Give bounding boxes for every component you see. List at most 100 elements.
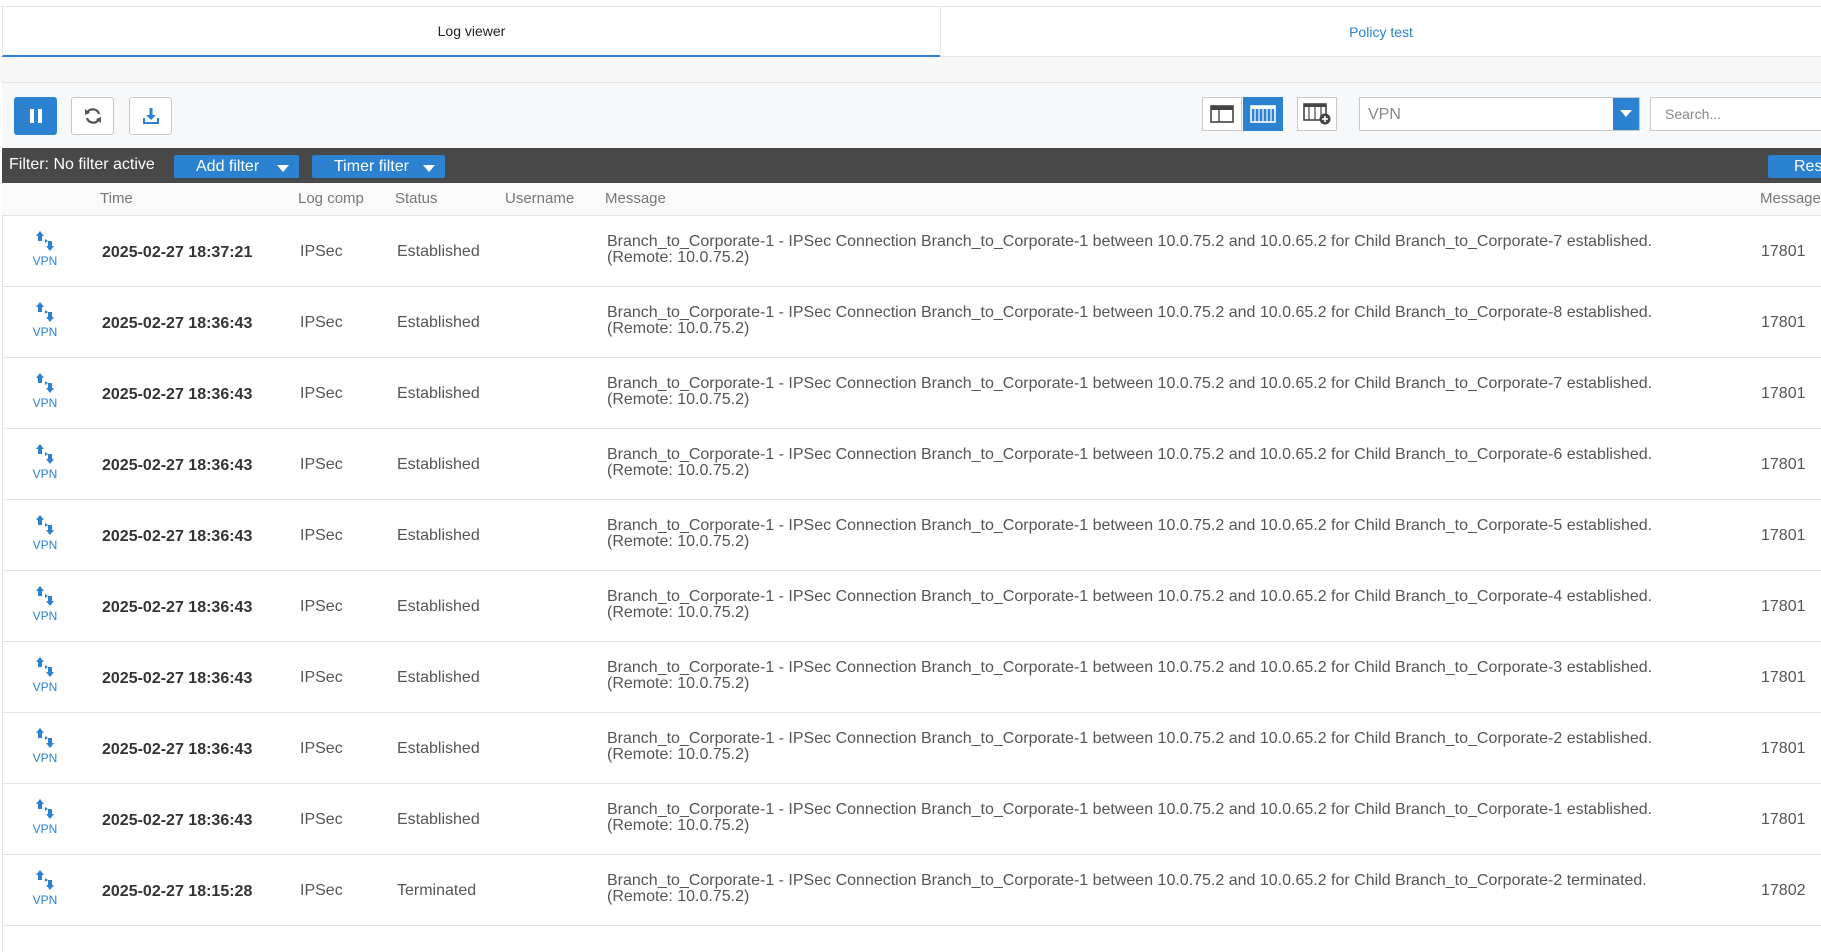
grid-view-button[interactable] <box>1243 97 1283 131</box>
vpn-icon: VPN <box>25 443 65 481</box>
grid-view-icon <box>1250 105 1276 123</box>
column-header-message[interactable]: Message <box>605 190 666 207</box>
download-icon <box>142 108 159 124</box>
log-time: 2025-02-27 18:36:43 <box>102 812 253 829</box>
log-message-line: Branch_to_Corporate-1 - IPSec Connection… <box>607 375 1653 392</box>
add-column-icon <box>1303 103 1331 125</box>
log-type-label: VPN <box>32 680 58 694</box>
log-message-line: Branch_to_Corporate-1 - IPSec Connection… <box>607 872 1647 889</box>
log-message-remote: (Remote: 10.0.75.2) <box>607 817 750 834</box>
spacer <box>0 57 1821 82</box>
table-row[interactable]: VPN 2025-02-27 18:36:43 IPSec Established Br… <box>3 784 1821 855</box>
log-table-body: VPN 2025-02-27 18:37:21 IPSec Established Br… <box>2 216 1821 952</box>
log-message-id: 17802 <box>1761 882 1806 899</box>
log-message-id: 17801 <box>1761 385 1806 402</box>
table-row[interactable]: VPN 2025-02-27 18:36:43 IPSec Established Br… <box>3 429 1821 500</box>
log-message: Branch_to_Corporate-1 - IPSec Connection… <box>607 376 1652 408</box>
log-time: 2025-02-27 18:36:43 <box>102 315 253 332</box>
log-time: 2025-02-27 18:37:21 <box>102 244 253 261</box>
table-row[interactable]: VPN 2025-02-27 18:36:43 IPSec Established Br… <box>3 358 1821 429</box>
vpn-icon: VPN <box>25 230 65 268</box>
vpn-icon: VPN <box>25 514 65 552</box>
log-status: Established <box>397 243 480 260</box>
column-header-log-comp[interactable]: Log comp <box>298 190 364 207</box>
log-message-id: 17801 <box>1761 669 1806 686</box>
log-message-remote: (Remote: 10.0.75.2) <box>607 533 750 550</box>
vpn-icon: VPN <box>25 727 65 765</box>
log-message-line: Branch_to_Corporate-1 - IPSec Connection… <box>607 588 1653 605</box>
chevron-down-icon[interactable] <box>1613 98 1639 130</box>
log-message: Branch_to_Corporate-1 - IPSec Connection… <box>607 731 1652 763</box>
log-status: Established <box>397 456 480 473</box>
add-filter-label: Add filter <box>196 157 260 175</box>
column-header-time[interactable]: Time <box>100 190 133 207</box>
vpn-icon: VPN <box>25 585 65 623</box>
log-message-id: 17801 <box>1761 740 1806 757</box>
log-component: IPSec <box>300 243 343 260</box>
log-message-remote: (Remote: 10.0.75.2) <box>607 462 750 479</box>
log-component: IPSec <box>300 385 343 402</box>
column-settings-button[interactable] <box>1297 97 1337 131</box>
pause-icon <box>29 109 42 123</box>
log-component: IPSec <box>300 740 343 757</box>
detail-view-icon <box>1210 105 1234 123</box>
tab-log-viewer[interactable]: Log viewer <box>2 6 940 57</box>
column-header-status[interactable]: Status <box>395 190 438 207</box>
log-message-line: Branch_to_Corporate-1 - IPSec Connection… <box>607 446 1653 463</box>
column-header-message-id[interactable]: Message <box>1760 190 1821 207</box>
table-row[interactable]: VPN 2025-02-27 18:37:21 IPSec Established Br… <box>3 216 1821 287</box>
pause-button[interactable] <box>14 97 57 135</box>
reset-filter-button[interactable]: Res <box>1768 155 1821 178</box>
log-message-id: 17801 <box>1761 314 1806 331</box>
table-row[interactable]: VPN 2025-02-27 18:36:43 IPSec Established Br… <box>3 500 1821 571</box>
table-row[interactable]: VPN 2025-02-27 18:36:43 IPSec Established Br… <box>3 642 1821 713</box>
log-message-remote: (Remote: 10.0.75.2) <box>607 746 750 763</box>
log-type-label: VPN <box>32 396 58 410</box>
log-status: Terminated <box>397 882 477 899</box>
export-button[interactable] <box>129 97 172 135</box>
table-row[interactable]: VPN 2025-02-27 18:36:43 IPSec Established Br… <box>3 713 1821 784</box>
log-time: 2025-02-27 18:36:43 <box>102 528 253 545</box>
log-component: IPSec <box>300 811 343 828</box>
log-time: 2025-02-27 18:36:43 <box>102 386 253 403</box>
log-message-id: 17801 <box>1761 456 1806 473</box>
column-header-username[interactable]: Username <box>505 190 574 207</box>
timer-filter-button[interactable]: Timer filter <box>312 155 445 178</box>
log-message-remote: (Remote: 10.0.75.2) <box>607 604 750 621</box>
vpn-icon: VPN <box>25 656 65 694</box>
log-type-label: VPN <box>32 609 58 623</box>
log-message-remote: (Remote: 10.0.75.2) <box>607 249 750 266</box>
log-message: Branch_to_Corporate-1 - IPSec Connection… <box>607 234 1652 266</box>
log-message-remote: (Remote: 10.0.75.2) <box>607 888 750 905</box>
log-component: IPSec <box>300 314 343 331</box>
log-component: IPSec <box>300 598 343 615</box>
log-component: IPSec <box>300 527 343 544</box>
tab-policy-test[interactable]: Policy test <box>940 6 1821 57</box>
detailed-view-button[interactable] <box>1202 97 1242 131</box>
log-status: Established <box>397 669 480 686</box>
module-select-value: VPN <box>1368 106 1401 123</box>
log-message: Branch_to_Corporate-1 - IPSec Connection… <box>607 802 1652 834</box>
log-message-id: 17801 <box>1761 527 1806 544</box>
table-row[interactable]: VPN 2025-02-27 18:36:43 IPSec Established Br… <box>3 287 1821 358</box>
log-message-line: Branch_to_Corporate-1 - IPSec Connection… <box>607 304 1653 321</box>
log-message: Branch_to_Corporate-1 - IPSec Connection… <box>607 447 1652 479</box>
table-row[interactable]: VPN 2025-02-27 18:15:28 IPSec Terminated Bra… <box>3 855 1821 926</box>
log-component: IPSec <box>300 882 343 899</box>
caret-down-icon <box>277 165 289 172</box>
log-type-label: VPN <box>32 538 58 552</box>
vpn-icon: VPN <box>25 869 65 907</box>
module-select[interactable]: VPN <box>1359 97 1640 131</box>
log-status: Established <box>397 811 480 828</box>
log-component: IPSec <box>300 669 343 686</box>
search-input[interactable] <box>1650 97 1821 131</box>
log-message-line: Branch_to_Corporate-1 - IPSec Connection… <box>607 730 1653 747</box>
add-filter-button[interactable]: Add filter <box>174 155 299 178</box>
refresh-button[interactable] <box>71 97 114 135</box>
log-type-label: VPN <box>32 325 58 339</box>
log-time: 2025-02-27 18:36:43 <box>102 741 253 758</box>
log-message-remote: (Remote: 10.0.75.2) <box>607 320 750 337</box>
table-row[interactable]: VPN 2025-02-27 18:36:43 IPSec Established Br… <box>3 571 1821 642</box>
log-status: Established <box>397 527 480 544</box>
log-type-label: VPN <box>32 254 58 268</box>
